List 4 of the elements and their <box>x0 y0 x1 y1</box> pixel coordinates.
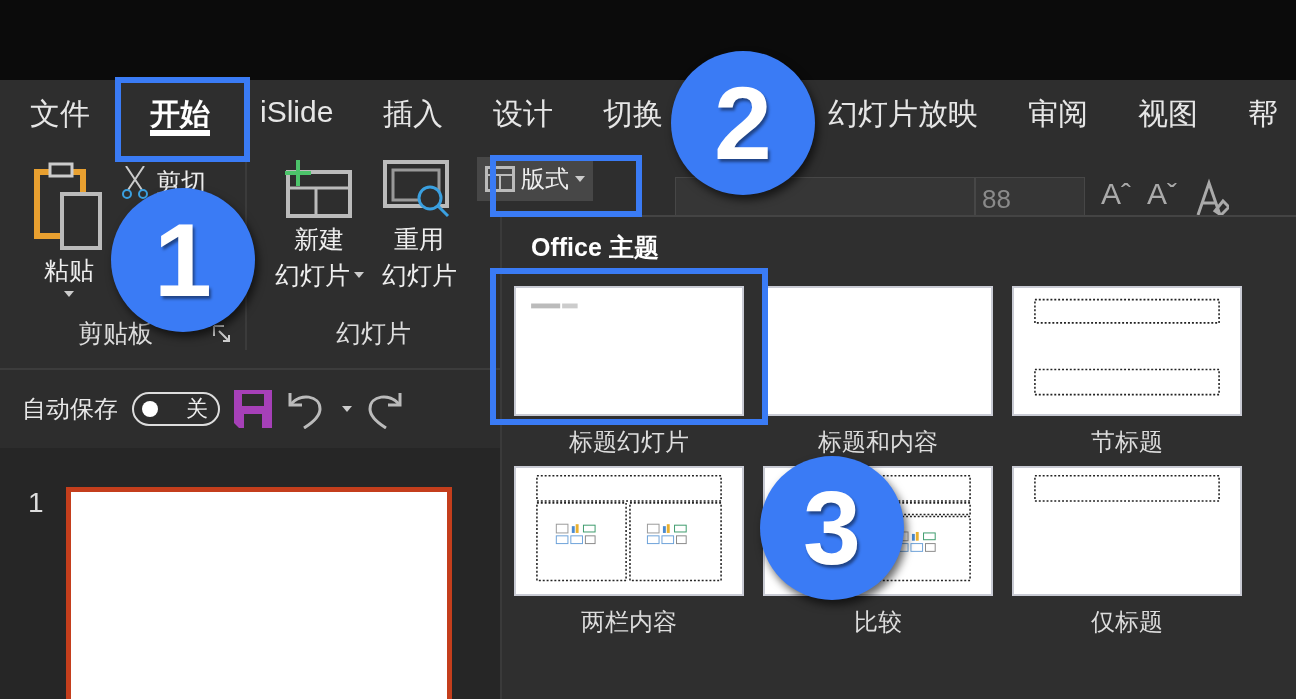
autosave-label: 自动保存 <box>22 394 118 424</box>
slide-number: 1 <box>28 487 44 520</box>
gallery-title: Office 主题 <box>531 232 660 263</box>
group-label: 幻灯片 <box>335 318 411 349</box>
